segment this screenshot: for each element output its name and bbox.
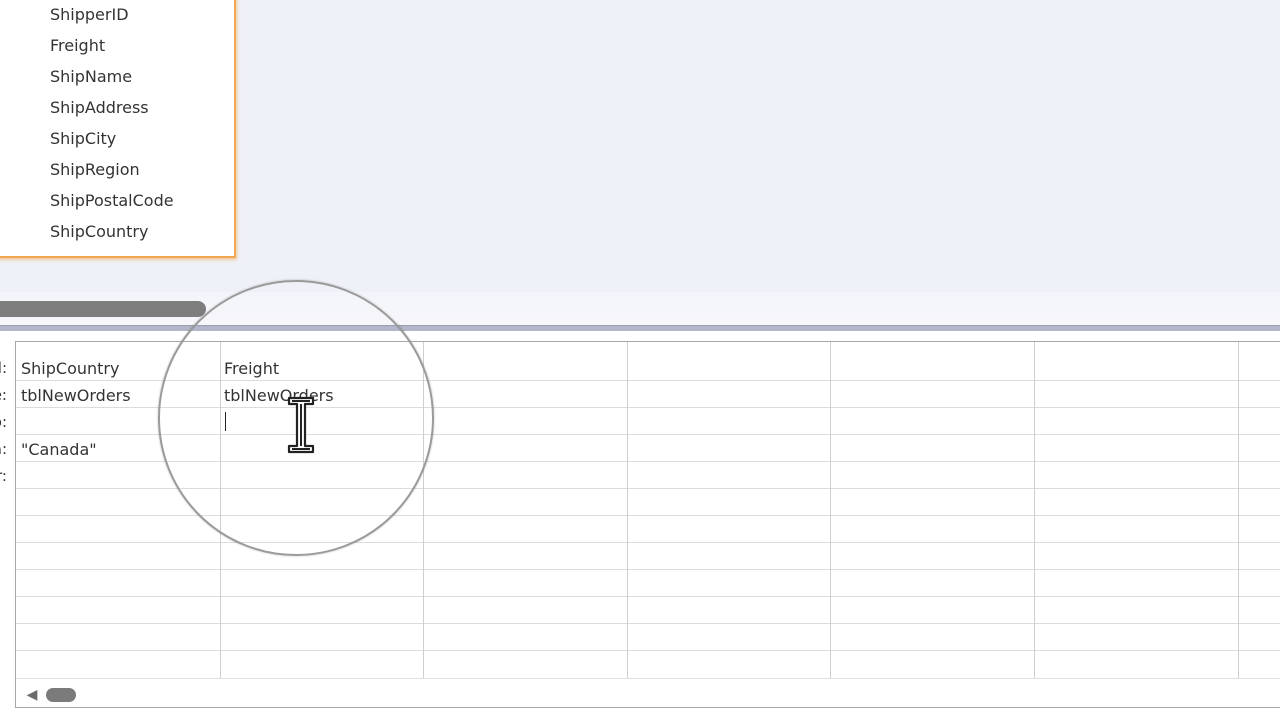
grid-row-labels: d: e: o: a: r: (0, 331, 15, 720)
field-list-item[interactable]: ShipperID (50, 5, 129, 25)
grid-row-divider (16, 407, 1280, 408)
grid-row-divider (16, 542, 1280, 543)
row-label-or: r: (0, 467, 7, 485)
grid-column-divider[interactable] (830, 342, 831, 678)
grid-cell-field[interactable]: ShipCountry (21, 359, 119, 379)
field-list-item[interactable]: ShipCountry (50, 222, 148, 242)
grid-cell-field[interactable]: Freight (224, 359, 279, 379)
grid-horizontal-scrollbar[interactable]: ◀ (16, 678, 1280, 707)
scroll-left-arrow-icon[interactable]: ◀ (24, 687, 40, 703)
grid-cell-table[interactable]: tblNewOrders (224, 386, 334, 406)
query-grid-pane: d: e: o: a: r: Sh (0, 331, 1280, 720)
grid-row-divider (16, 569, 1280, 570)
grid-column-divider[interactable] (423, 342, 424, 678)
field-list-item[interactable]: ShipCity (50, 129, 116, 149)
table-design-pane[interactable]: ShipperID Freight ShipName ShipAddress S… (0, 0, 1280, 292)
text-caret (225, 412, 226, 431)
field-list-box[interactable]: ShipperID Freight ShipName ShipAddress S… (0, 0, 236, 258)
field-list-item[interactable]: ShipPostalCode (50, 191, 174, 211)
grid-column-divider[interactable] (627, 342, 628, 678)
grid-row-divider (16, 515, 1280, 516)
field-list-item[interactable]: ShipRegion (50, 160, 140, 180)
grid-row-divider (16, 623, 1280, 624)
field-list-item[interactable]: Freight (50, 36, 105, 56)
grid-cell-criteria[interactable]: "Canada" (21, 440, 97, 460)
row-label-criteria: a: (0, 440, 7, 458)
grid-bottom-border (15, 707, 1280, 708)
row-label-field: d: (0, 359, 7, 377)
grid-row-divider (16, 380, 1280, 381)
grid-column-divider[interactable] (1238, 342, 1239, 678)
query-design-grid[interactable]: ShipCountry tblNewOrders "Canada" Freigh… (15, 341, 1280, 707)
grid-row-divider (16, 650, 1280, 651)
field-list-item[interactable]: ShipName (50, 67, 132, 87)
grid-scroll-thumb[interactable] (46, 688, 76, 702)
grid-row-divider (16, 434, 1280, 435)
row-label-table: e: (0, 386, 7, 404)
grid-row-divider (16, 488, 1280, 489)
design-pane-horizontal-scrollbar[interactable] (0, 301, 206, 317)
grid-column-divider[interactable] (1034, 342, 1035, 678)
grid-cell-table[interactable]: tblNewOrders (21, 386, 131, 406)
grid-row-divider (16, 596, 1280, 597)
grid-column-divider[interactable] (220, 342, 221, 678)
grid-row-divider (16, 461, 1280, 462)
field-list-item[interactable]: ShipAddress (50, 98, 149, 118)
row-label-sort: o: (0, 413, 7, 431)
query-design-window: ShipperID Freight ShipName ShipAddress S… (0, 0, 1280, 720)
